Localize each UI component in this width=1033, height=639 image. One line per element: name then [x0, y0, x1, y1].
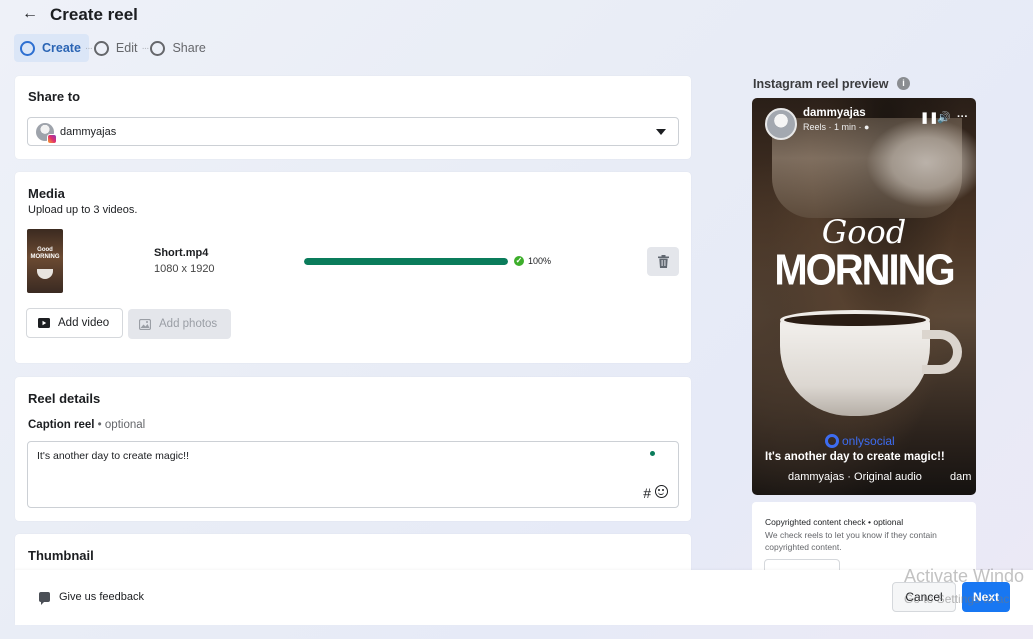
caption-text: It's another day to create magic!!	[37, 450, 189, 462]
step-create[interactable]: Create	[14, 34, 89, 62]
reel-meta: Reels · 1 min · ●	[803, 122, 870, 132]
step-label: Create	[42, 41, 81, 55]
video-thumbnail: Good MORNING	[27, 229, 63, 293]
chevron-down-icon	[656, 129, 666, 135]
copyright-title: Copyrighted content check • optional	[765, 517, 904, 527]
status-dot	[650, 451, 655, 456]
step-circle-icon	[150, 40, 166, 56]
step-indicator: Create ··· Edit ··· Share	[14, 34, 214, 62]
step-circle-icon	[93, 40, 109, 56]
file-dimensions: 1080 x 1920	[154, 263, 215, 275]
back-arrow-icon[interactable]: ←	[22, 5, 38, 23]
footer-bar: Give us feedback Cancel Next	[15, 570, 1033, 625]
emoji-icon[interactable]	[655, 485, 668, 498]
info-icon[interactable]: i	[897, 77, 910, 90]
add-video-label: Add video	[58, 317, 110, 329]
check-icon: ✓	[514, 256, 524, 266]
brand-watermark: onlysocial	[825, 434, 895, 448]
hashtag-icon[interactable]: #	[643, 485, 651, 501]
volume-icon[interactable]: 🔊	[937, 111, 951, 124]
cup-handle-graphic	[922, 330, 962, 374]
background-light-graphic	[866, 118, 976, 208]
windows-activation-hint: Go to Settings to ac	[904, 592, 1010, 606]
step-edit[interactable]: Edit	[88, 34, 146, 62]
video-icon	[38, 318, 50, 328]
add-video-button[interactable]: Add video	[26, 308, 123, 338]
upload-progress-fill	[304, 258, 508, 265]
step-share[interactable]: Share	[144, 34, 213, 62]
share-to-card: Share to dammyajas	[15, 76, 691, 159]
thumbnail-title: Thumbnail	[28, 548, 94, 563]
feedback-label: Give us feedback	[59, 591, 144, 603]
avatar	[36, 122, 57, 144]
page-title: Create reel	[50, 5, 138, 24]
thumbnail-card: Thumbnail	[15, 534, 691, 574]
globe-icon: ●	[864, 122, 870, 132]
brand-logo-icon	[825, 434, 839, 448]
more-options-icon[interactable]: ···	[957, 111, 968, 123]
step-label: Edit	[115, 41, 138, 55]
trash-icon	[657, 255, 669, 268]
preview-title: Instagram reel preview	[753, 77, 889, 91]
pause-icon[interactable]: ❚❚	[920, 111, 938, 124]
media-card: Media Upload up to 3 videos. Good MORNING…	[15, 172, 691, 363]
account-select[interactable]: dammyajas	[27, 117, 679, 146]
copyright-description: We check reels to let you know if they c…	[765, 530, 937, 552]
reel-preview: dammyajas Reels · 1 min · ● ❚❚ 🔊 ··· Goo…	[752, 98, 976, 495]
step-circle-icon	[20, 40, 35, 56]
reel-audio: dammyajas · Original audio	[788, 471, 922, 483]
upload-progress-bar	[304, 258, 508, 265]
reel-username: dammyajas	[803, 107, 866, 119]
media-title: Media	[28, 186, 65, 201]
step-label: Share	[172, 41, 206, 55]
top-bar: ← Create reel	[0, 0, 700, 30]
instagram-icon	[47, 133, 57, 144]
feedback-link[interactable]: Give us feedback	[39, 591, 144, 605]
thumbnail-text: Good MORNING	[30, 247, 60, 260]
cup-graphic	[780, 316, 930, 416]
share-to-title: Share to	[28, 89, 81, 104]
file-name: Short.mp4	[154, 247, 209, 259]
feedback-icon	[39, 592, 50, 605]
reel-caption: It's another day to create magic!!	[765, 451, 945, 463]
reel-details-card: Reel details Caption reel • optional It'…	[15, 377, 691, 521]
cup-graphic	[37, 269, 53, 279]
progress-label: 100%	[528, 256, 552, 266]
reel-details-title: Reel details	[28, 391, 101, 406]
account-name: dammyajas	[60, 125, 117, 138]
avatar	[765, 108, 797, 140]
reel-audio-marquee: dam	[950, 471, 972, 483]
delete-video-button[interactable]	[647, 247, 679, 276]
media-subtitle: Upload up to 3 videos.	[28, 204, 138, 216]
caption-label: Caption reel • optional	[28, 419, 146, 431]
windows-activation-watermark: Activate Windo	[904, 566, 1025, 586]
add-photos-label: Add photos	[159, 318, 218, 330]
photo-icon	[139, 318, 151, 330]
overlay-text-morning: MORNING	[774, 245, 955, 295]
caption-input[interactable]: It's another day to create magic!! #	[27, 441, 679, 508]
cup-rim-graphic	[780, 310, 930, 330]
add-photos-button[interactable]: Add photos	[128, 309, 231, 339]
